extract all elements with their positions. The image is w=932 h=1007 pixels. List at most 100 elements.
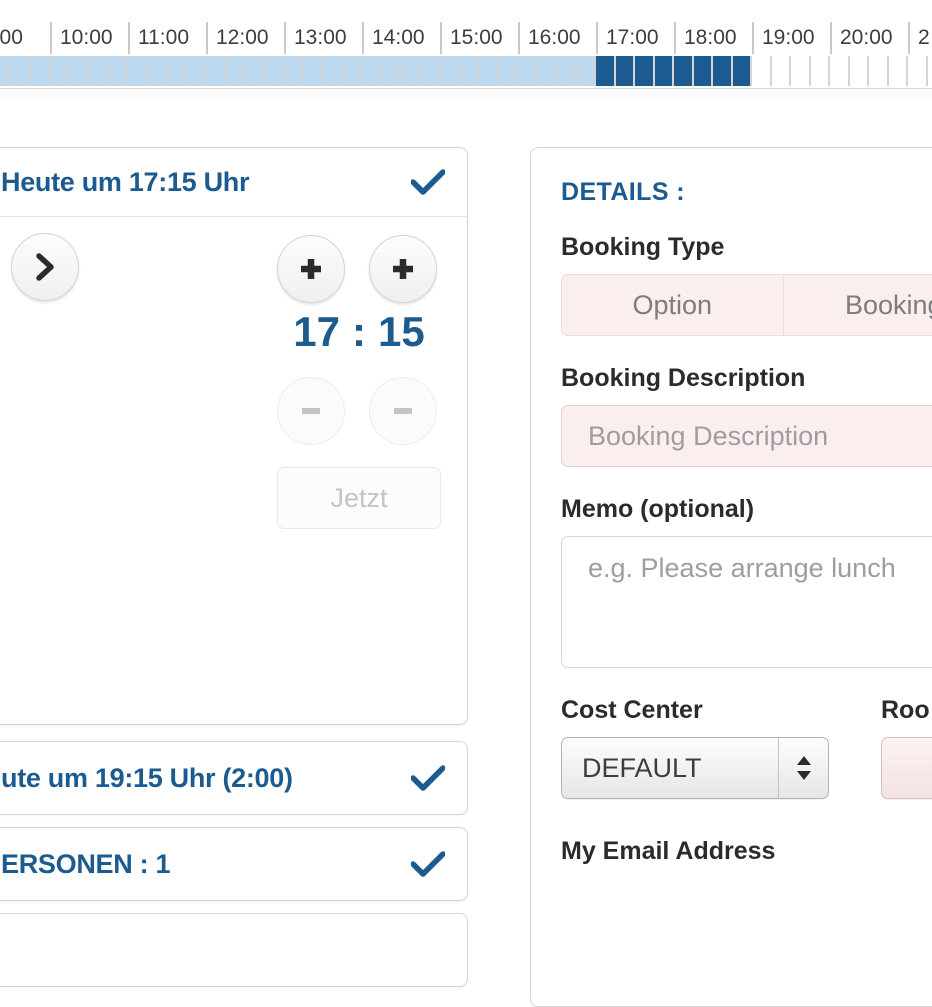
calendar-nav: mber 2013 <box>1 235 277 299</box>
calendar-day-rows: 123789101415161721222324282930 <box>0 349 5 599</box>
timeline-slot-available[interactable] <box>479 56 499 86</box>
booking-type-option-booking[interactable]: Booking <box>784 274 932 336</box>
timeline-hour-label: 2 <box>908 22 932 54</box>
booking-type-label: Booking Type <box>561 233 932 262</box>
timeline-slot-empty[interactable] <box>928 56 932 86</box>
email-label: My Email Address <box>561 837 932 866</box>
calendar-weekday-row: ThFrSaSu <box>0 305 5 349</box>
now-button[interactable]: Jetzt <box>277 467 441 529</box>
timeline-slot-empty[interactable] <box>772 56 792 86</box>
calendar-day[interactable]: 3 <box>0 349 5 399</box>
calendar-week-row: 21222324 <box>0 499 5 549</box>
timeline-slot-available[interactable] <box>460 56 480 86</box>
timeline-slot-available[interactable] <box>128 56 148 86</box>
calendar-weekday: Su <box>0 305 5 349</box>
room-select[interactable] <box>881 737 932 799</box>
hour-decrement-button[interactable] <box>277 377 345 445</box>
timeline-slot-available[interactable] <box>518 56 538 86</box>
timeline-slot-empty[interactable] <box>908 56 928 86</box>
timeline-slot-empty[interactable] <box>830 56 850 86</box>
timeline-slot-booked[interactable] <box>713 56 733 86</box>
hour-increment-button[interactable] <box>277 235 345 303</box>
calendar-week-row: 14151617 <box>0 449 5 499</box>
timeline-slot-booked[interactable] <box>596 56 616 86</box>
time-picker[interactable]: 17 : 15 Jetzt <box>277 235 441 529</box>
timeline-slot-available[interactable] <box>284 56 304 86</box>
timeline-slot-available[interactable] <box>11 56 31 86</box>
timeline-slot-available[interactable] <box>577 56 597 86</box>
timeline-slot-available[interactable] <box>323 56 343 86</box>
timeline-hour-label: 16:00 <box>518 22 596 54</box>
timeline-slot-available[interactable] <box>109 56 129 86</box>
timeline-slot-available[interactable] <box>557 56 577 86</box>
timeline-slot-available[interactable] <box>245 56 265 86</box>
timeline-slot-available[interactable] <box>538 56 558 86</box>
timeline-slot-available[interactable] <box>148 56 168 86</box>
timeline-slot-strip[interactable] <box>0 56 932 86</box>
timeline-slot-available[interactable] <box>265 56 285 86</box>
calendar-next-month-button[interactable] <box>11 233 79 301</box>
minus-icon <box>388 396 418 426</box>
date-picker[interactable]: mber 2013 ThFrSaSu 123789101415161721222… <box>1 235 277 599</box>
timeline-slot-available[interactable] <box>206 56 226 86</box>
timeline-slot-empty[interactable] <box>752 56 772 86</box>
timeline-slot-booked[interactable] <box>616 56 636 86</box>
cost-center-select[interactable]: DEFAULT <box>561 737 829 799</box>
timeline-hour-label: 15:00 <box>440 22 518 54</box>
timeline-slot-available[interactable] <box>362 56 382 86</box>
timeline-hour-label: 10:00 <box>50 22 128 54</box>
timeline-slot-available[interactable] <box>343 56 363 86</box>
calendar-day[interactable]: 17 <box>0 449 5 499</box>
minute-increment-button[interactable] <box>369 235 437 303</box>
timeline-slot-available[interactable] <box>382 56 402 86</box>
calendar-day[interactable]: 24 <box>0 499 5 549</box>
timeline-slot-booked[interactable] <box>655 56 675 86</box>
calendar-day[interactable]: 10 <box>0 399 5 449</box>
timeline-slot-available[interactable] <box>421 56 441 86</box>
start-datetime-card[interactable]: Heute um 17:15 Uhr mber 2013 ThFrSaSu 12… <box>0 147 468 725</box>
timeline-slot-empty[interactable] <box>889 56 909 86</box>
timeline-hour-label: 17:00 <box>596 22 674 54</box>
timeline-hour-label: 14:00 <box>362 22 440 54</box>
next-section-card[interactable] <box>0 913 468 987</box>
calendar-grid[interactable]: ThFrSaSu 123789101415161721222324282930 <box>0 305 5 599</box>
timeline-slot-available[interactable] <box>401 56 421 86</box>
timeline-slot-booked[interactable] <box>674 56 694 86</box>
plus-icon <box>296 254 326 284</box>
timeline-slot-available[interactable] <box>226 56 246 86</box>
timeline-slot-booked[interactable] <box>733 56 753 86</box>
calendar-day-empty <box>0 549 5 599</box>
calendar-week-row: 78910 <box>0 399 5 449</box>
timeline-slot-available[interactable] <box>187 56 207 86</box>
timeline-slot-available[interactable] <box>50 56 70 86</box>
memo-textarea[interactable]: e.g. Please arrange lunch <box>561 536 932 668</box>
timeline-slot-empty[interactable] <box>791 56 811 86</box>
booking-description-input[interactable]: Booking Description <box>561 405 932 467</box>
details-panel: DETAILS : Booking Type Option Booking Bo… <box>530 147 932 1007</box>
availability-timeline[interactable]: 9:0010:0011:0012:0013:0014:0015:0016:001… <box>0 0 932 100</box>
timeline-slot-booked[interactable] <box>694 56 714 86</box>
cost-center-group: Cost Center DEFAULT <box>561 696 829 799</box>
minute-decrement-button[interactable] <box>369 377 437 445</box>
persons-header[interactable]: ERSONEN : 1 <box>0 828 467 900</box>
timeline-slot-booked[interactable] <box>635 56 655 86</box>
timeline-slot-available[interactable] <box>0 56 11 86</box>
end-datetime-header[interactable]: ute um 19:15 Uhr (2:00) <box>0 742 467 814</box>
timeline-slot-empty[interactable] <box>850 56 870 86</box>
start-datetime-title: Heute um 17:15 Uhr <box>1 167 411 198</box>
persons-card[interactable]: ERSONEN : 1 <box>0 827 468 901</box>
timeline-slot-empty[interactable] <box>869 56 889 86</box>
timeline-slot-available[interactable] <box>167 56 187 86</box>
booking-type-segmented-control[interactable]: Option Booking <box>561 274 932 336</box>
timeline-slot-available[interactable] <box>440 56 460 86</box>
end-datetime-card[interactable]: ute um 19:15 Uhr (2:00) <box>0 741 468 815</box>
timeline-slot-available[interactable] <box>31 56 51 86</box>
start-datetime-header[interactable]: Heute um 17:15 Uhr <box>0 148 467 217</box>
timeline-slot-available[interactable] <box>499 56 519 86</box>
timeline-slot-available[interactable] <box>70 56 90 86</box>
booking-type-option-option[interactable]: Option <box>561 274 784 336</box>
timeline-slot-empty[interactable] <box>811 56 831 86</box>
timeline-slot-available[interactable] <box>89 56 109 86</box>
start-datetime-body: mber 2013 ThFrSaSu 123789101415161721222… <box>0 217 467 725</box>
timeline-slot-available[interactable] <box>304 56 324 86</box>
